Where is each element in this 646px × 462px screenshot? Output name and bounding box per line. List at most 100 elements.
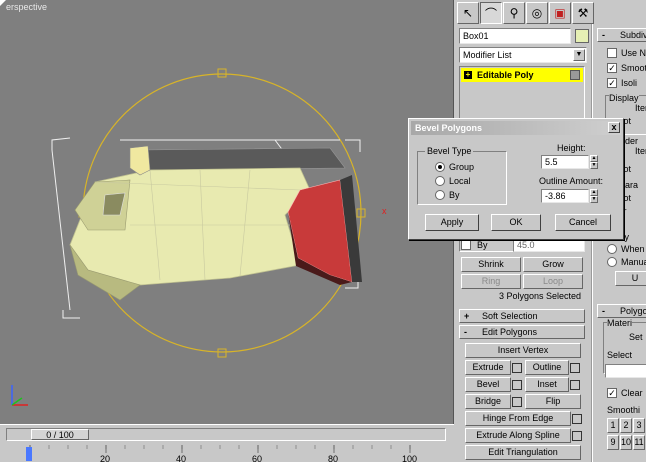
extrude-button[interactable]: Extrude bbox=[465, 360, 511, 375]
group-label: Group bbox=[449, 162, 475, 172]
hinge-from-edge-button[interactable]: Hinge From Edge bbox=[465, 411, 571, 426]
inset-settings-icon[interactable] bbox=[570, 380, 580, 390]
inset-button[interactable]: Inset bbox=[525, 377, 569, 392]
subdivision-rollout[interactable]: - Subdivi bbox=[597, 28, 646, 42]
loop-button[interactable]: Loop bbox=[523, 274, 583, 289]
outline-amount-spinner-input[interactable]: -3.86 bbox=[541, 189, 589, 203]
material-name-field[interactable] bbox=[605, 364, 646, 378]
time-slider-knob[interactable]: 0 / 100 bbox=[31, 429, 89, 440]
panel-divider[interactable] bbox=[591, 24, 593, 462]
smoothing-group-3[interactable]: 3 bbox=[633, 418, 645, 433]
gizmo-handle-top[interactable] bbox=[217, 68, 227, 78]
local-radio[interactable] bbox=[435, 176, 445, 186]
current-frame-marker[interactable] bbox=[26, 447, 32, 461]
utilities-tab[interactable]: ⚒ bbox=[572, 2, 594, 24]
extrude-spline-settings-icon[interactable] bbox=[572, 431, 582, 441]
object-name-field[interactable]: Box01 bbox=[459, 28, 571, 44]
smoothing-groups-label: Smoothi bbox=[607, 405, 641, 415]
soft-selection-rollout[interactable]: + Soft Selection bbox=[459, 309, 585, 323]
bevel-button[interactable]: Bevel bbox=[465, 377, 511, 392]
edit-triangulation-button[interactable]: Edit Triangulation bbox=[465, 445, 581, 460]
tick-label-100: 100 bbox=[402, 454, 417, 462]
edit-polygons-rollout[interactable]: - Edit Polygons bbox=[459, 325, 585, 339]
object-color-swatch[interactable] bbox=[575, 29, 589, 43]
modifier-list-dropdown[interactable]: Modifier List ▼ bbox=[459, 47, 587, 63]
spinner-down-icon[interactable]: ▼ bbox=[590, 196, 598, 203]
height-spinner-input[interactable]: 5.5 bbox=[541, 155, 589, 169]
create-tab[interactable]: ↖ bbox=[457, 2, 479, 24]
local-label: Local bbox=[449, 176, 471, 186]
spinner-up-icon[interactable]: ▲ bbox=[590, 189, 598, 196]
cancel-button[interactable]: Cancel bbox=[555, 214, 611, 231]
height-spinner-arrows[interactable]: ▲ ▼ bbox=[590, 155, 598, 169]
bridge-settings-icon[interactable] bbox=[512, 397, 522, 407]
display-icon: ▣ bbox=[554, 6, 566, 20]
chevron-down-icon[interactable]: ▼ bbox=[573, 49, 585, 61]
manually-radio[interactable] bbox=[607, 257, 617, 267]
rollout-plus-icon: + bbox=[464, 311, 470, 321]
close-button[interactable]: x bbox=[608, 122, 620, 133]
smooth-result-label: Smoot bbox=[621, 63, 646, 73]
tick-label-20: 20 bbox=[100, 454, 110, 462]
modifier-list-label: Modifier List bbox=[463, 50, 512, 60]
modifier-toggle-icon[interactable] bbox=[570, 70, 580, 80]
when-rendering-radio[interactable] bbox=[607, 244, 617, 254]
when-rendering-label: When bbox=[621, 244, 645, 254]
dialog-title: Bevel Polygons bbox=[415, 123, 483, 133]
stack-item-editable-poly[interactable]: + Editable Poly bbox=[461, 68, 583, 82]
group-radio[interactable] bbox=[435, 162, 445, 172]
modify-tab[interactable]: ⌒ bbox=[480, 2, 502, 24]
mesh-top-block bbox=[129, 145, 151, 176]
by-angle-label: By bbox=[477, 240, 488, 250]
spinner-up-icon[interactable]: ▲ bbox=[590, 155, 598, 162]
motion-tab[interactable]: ◎ bbox=[526, 2, 548, 24]
rollout-minus-icon: - bbox=[464, 327, 467, 337]
smoothing-group-2[interactable]: 2 bbox=[620, 418, 632, 433]
outline-button[interactable]: Outline bbox=[525, 360, 569, 375]
smoothing-group-10[interactable]: 10 bbox=[620, 435, 632, 450]
ok-button[interactable]: OK bbox=[491, 214, 541, 231]
x-axis-label: x bbox=[382, 206, 387, 216]
hierarchy-tab[interactable]: ⚲ bbox=[503, 2, 525, 24]
outline-settings-icon[interactable] bbox=[570, 363, 580, 373]
update-button[interactable]: U bbox=[615, 271, 646, 286]
use-nurms-checkbox[interactable] bbox=[607, 48, 617, 58]
grow-button[interactable]: Grow bbox=[523, 257, 583, 272]
hinge-settings-icon[interactable] bbox=[572, 414, 582, 424]
bridge-button[interactable]: Bridge bbox=[465, 394, 511, 409]
track-bar[interactable]: 20 40 60 80 100 bbox=[0, 445, 454, 462]
by-polygon-radio[interactable] bbox=[435, 190, 445, 200]
expand-plus-icon[interactable]: + bbox=[464, 71, 472, 79]
smoothing-group-9[interactable]: 9 bbox=[607, 435, 619, 450]
time-slider[interactable]: 0 / 100 bbox=[6, 428, 446, 441]
perspective-viewport[interactable]: erspective x bbox=[0, 0, 454, 424]
viewport-scene: x bbox=[11, 68, 387, 406]
bevel-polygons-dialog[interactable]: Bevel Polygons x Bevel Type Group Local … bbox=[408, 118, 624, 240]
material-label: Materi bbox=[607, 318, 633, 328]
insert-vertex-button[interactable]: Insert Vertex bbox=[465, 343, 581, 358]
shrink-button[interactable]: Shrink bbox=[461, 257, 521, 272]
extrude-settings-icon[interactable] bbox=[512, 363, 522, 373]
separate-label: ara bbox=[625, 180, 639, 190]
tick-label-40: 40 bbox=[176, 454, 186, 462]
display-label: Display bbox=[609, 93, 639, 103]
dialog-title-bar[interactable]: Bevel Polygons x bbox=[411, 121, 621, 135]
smoothing-group-11[interactable]: 11 bbox=[633, 435, 645, 450]
spinner-down-icon[interactable]: ▼ bbox=[590, 162, 598, 169]
bevel-settings-icon[interactable] bbox=[512, 380, 522, 390]
smooth-result-checkbox[interactable]: ✓ bbox=[607, 63, 617, 73]
isoline-checkbox[interactable]: ✓ bbox=[607, 78, 617, 88]
smoothing-group-1[interactable]: 1 bbox=[607, 418, 619, 433]
outline-spinner-arrows[interactable]: ▲ ▼ bbox=[590, 189, 598, 203]
ring-button[interactable]: Ring bbox=[461, 274, 521, 289]
by-angle-checkbox[interactable] bbox=[461, 240, 471, 250]
by-angle-value[interactable]: 45.0 bbox=[513, 238, 585, 252]
gizmo-handle-bottom[interactable] bbox=[217, 348, 227, 358]
extrude-along-spline-button[interactable]: Extrude Along Spline bbox=[465, 428, 571, 443]
motion-icon: ◎ bbox=[531, 6, 543, 20]
display-tab[interactable]: ▣ bbox=[549, 2, 571, 24]
apply-button[interactable]: Apply bbox=[425, 214, 479, 231]
polygon-properties-rollout[interactable]: - Polygo bbox=[597, 304, 646, 318]
clear-selection-checkbox[interactable]: ✓ bbox=[607, 388, 617, 398]
flip-button[interactable]: Flip bbox=[525, 394, 581, 409]
